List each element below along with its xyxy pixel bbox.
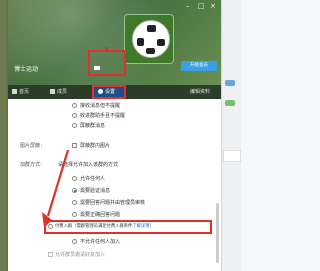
tab-home[interactable]: 首页: [12, 85, 40, 99]
close-icon[interactable]: ×: [210, 3, 216, 10]
option-label: 允许任何人: [80, 176, 106, 182]
group-name: 博士运动: [14, 66, 39, 73]
soccer-ball-icon: [132, 20, 170, 58]
option-label: 不允许任何人加入: [80, 239, 121, 245]
radio-assistant[interactable]: [72, 113, 77, 118]
maximize-icon[interactable]: □: [198, 3, 205, 10]
tab-bar: 首页 成员 设置 编辑资料: [8, 85, 221, 99]
option-label: 屏蔽群内图片: [80, 143, 111, 149]
background-left: [0, 0, 8, 271]
group-avatar[interactable]: [124, 14, 174, 64]
checkbox-block-images[interactable]: [72, 143, 77, 148]
tab-label: 首页: [19, 89, 30, 95]
option-label: 需要正确回答问题: [80, 212, 121, 218]
tab-label: 成员: [57, 89, 68, 95]
background-snippet: [223, 150, 241, 162]
scrollbar[interactable]: [216, 203, 219, 263]
radio-block-messages[interactable]: [72, 123, 77, 128]
option-label-suffix: ）: [149, 224, 154, 229]
learn-more-link[interactable]: 了解详情: [132, 224, 149, 229]
background-widget: [225, 80, 235, 86]
upgrade-membership-button[interactable]: 升级会员: [181, 61, 217, 71]
image-block-label: 图片屏蔽：: [20, 143, 46, 149]
background-right: [221, 0, 241, 271]
checkbox-invite-friends[interactable]: [48, 252, 53, 257]
highlight-arrow: [42, 150, 70, 228]
highlight-box: [92, 85, 126, 99]
option-label: 收进群助手且不提醒: [80, 113, 126, 119]
radio-no-one[interactable]: [72, 239, 77, 244]
option-label: 需要回答问题并由管理员审核: [80, 200, 146, 206]
tab-members[interactable]: 成员: [50, 85, 78, 99]
background-widget: [225, 100, 235, 106]
option-label: 接收消息但不提醒: [80, 103, 121, 109]
group-settings-window: – □ × 博士运动 升级会员 首页 成员 设置 编辑资料 接收消息但不提醒 收…: [8, 0, 221, 271]
highlight-box: [88, 50, 126, 76]
option-label: 屏蔽群消息: [80, 123, 106, 129]
highlight-arrow: [105, 47, 108, 50]
home-icon: [12, 89, 17, 94]
minimize-icon[interactable]: –: [186, 3, 190, 10]
tab-edit-profile[interactable]: 编辑资料: [190, 85, 220, 99]
group-header: – □ × 博士运动 升级会员: [8, 0, 221, 85]
radio-receive-no-notify[interactable]: [72, 103, 77, 108]
option-label: 需要验证消息: [80, 188, 111, 194]
option-label: 允许群员邀请好友加入: [55, 252, 106, 258]
members-icon: [50, 89, 55, 94]
